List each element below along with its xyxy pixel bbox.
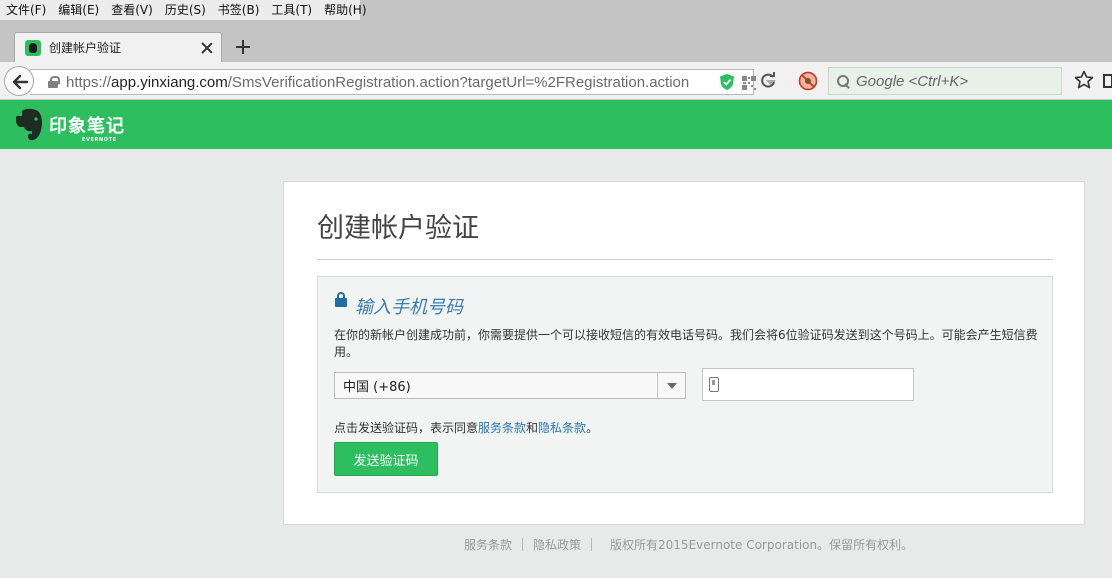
menu-bookmarks[interactable]: 书签(B) xyxy=(212,0,266,20)
verification-card: 创建帐户验证 输入手机号码 在你的新帐户创建成功前，你需要提供一个可以接收短信的… xyxy=(283,181,1085,525)
footer-privacy-link[interactable]: 隐私政策 xyxy=(523,536,591,553)
menu-history[interactable]: 历史(S) xyxy=(159,0,212,20)
panel-heading: 输入手机号码 xyxy=(355,297,463,318)
terms-suffix: 。 xyxy=(586,421,599,435)
tab-active[interactable]: 创建帐户验证 xyxy=(14,32,222,62)
search-placeholder: Google <Ctrl+K> xyxy=(856,72,969,90)
menu-tools[interactable]: 工具(T) xyxy=(265,0,318,20)
phone-panel: 输入手机号码 在你的新帐户创建成功前，你需要提供一个可以接收短信的有效电话号码。… xyxy=(317,276,1053,493)
terms-notice: 点击发送验证码，表示同意服务条款和隐私条款。 xyxy=(334,419,598,436)
back-arrow-icon xyxy=(12,74,29,90)
send-code-button[interactable]: 发送验证码 xyxy=(334,442,438,476)
footer-terms-link[interactable]: 服务条款 xyxy=(454,536,522,553)
terms-prefix: 点击发送验证码，表示同意 xyxy=(334,421,479,435)
search-icon xyxy=(837,74,850,88)
brand-name[interactable]: 印象笔记 xyxy=(49,112,125,138)
tab-strip: 创建帐户验证 xyxy=(0,20,1112,62)
menu-bar: 文件(F) 编辑(E) 查看(V) 历史(S) 书签(B) 工具(T) 帮助(H… xyxy=(0,0,1112,20)
privacy-terms-link[interactable]: 隐私条款 xyxy=(538,421,586,435)
new-tab-plus-icon[interactable] xyxy=(234,38,252,56)
app-header xyxy=(0,100,1112,149)
lock-icon xyxy=(48,76,60,88)
reload-icon[interactable] xyxy=(758,71,778,91)
page-title: 创建帐户验证 xyxy=(317,213,479,244)
country-code-select[interactable]: 中国 (+86) xyxy=(334,372,686,399)
phone-field[interactable] xyxy=(702,368,914,401)
phone-input[interactable] xyxy=(725,370,913,399)
footer-copyright: 版权所有2015Evernote Corporation。保留所有权利。 xyxy=(610,538,914,552)
chevron-down-icon[interactable] xyxy=(657,373,685,398)
menu-view[interactable]: 查看(V) xyxy=(105,0,159,20)
lock-icon xyxy=(335,292,347,307)
brand-sub: EVERNOTE xyxy=(82,137,117,143)
footer: 服务条款 隐私政策 版权所有2015Evernote Corporation。保… xyxy=(454,536,913,553)
tab-title: 创建帐户验证 xyxy=(49,41,122,55)
url-path: /SmsVerificationRegistration.action?targ… xyxy=(227,73,690,91)
menu-help[interactable]: 帮助(H) xyxy=(318,0,372,20)
evernote-elephant-icon[interactable] xyxy=(16,108,43,141)
search-bar[interactable]: Google <Ctrl+K> xyxy=(828,67,1062,95)
country-select-value: 中国 (+86) xyxy=(343,380,411,395)
menu-bar-items: 文件(F) 编辑(E) 查看(V) 历史(S) 书签(B) 工具(T) 帮助(H… xyxy=(0,0,367,20)
terms-and: 和 xyxy=(526,421,539,435)
close-icon[interactable] xyxy=(199,40,215,56)
panel-description: 在你的新帐户创建成功前，你需要提供一个可以接收短信的有效电话号码。我们会将6位验… xyxy=(334,328,1038,359)
shield-check-icon[interactable] xyxy=(720,74,734,90)
url-text[interactable]: https://app.yinxiang.com/SmsVerification… xyxy=(66,74,689,91)
url-bar[interactable]: https://app.yinxiang.com/SmsVerification… xyxy=(30,69,776,95)
url-host: app.yinxiang.com xyxy=(111,73,228,91)
adblock-extension-icon[interactable] xyxy=(798,71,818,91)
qr-code-icon[interactable] xyxy=(742,76,756,90)
title-divider xyxy=(317,259,1053,260)
terms-of-service-link[interactable]: 服务条款 xyxy=(478,421,526,435)
back-button[interactable] xyxy=(4,66,34,96)
evernote-favicon-icon xyxy=(25,39,41,56)
menu-file[interactable]: 文件(F) xyxy=(0,0,52,20)
mobile-phone-icon xyxy=(709,377,719,392)
menu-edit[interactable]: 编辑(E) xyxy=(52,0,105,20)
bookmark-star-icon[interactable] xyxy=(1074,70,1094,90)
more-menu-icon[interactable] xyxy=(1102,72,1112,90)
url-scheme: https:// xyxy=(66,73,112,91)
navigation-bar: https://app.yinxiang.com/SmsVerification… xyxy=(0,62,1112,100)
